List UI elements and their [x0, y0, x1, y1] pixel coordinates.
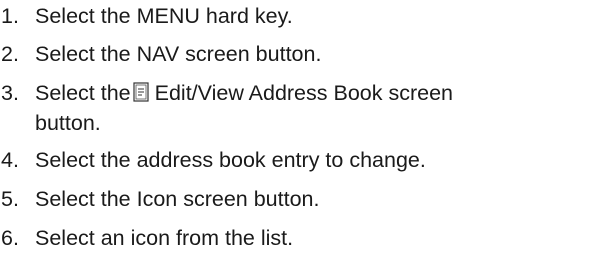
step-text: Select the Icon screen button. [35, 187, 320, 211]
step-number: 4. [1, 148, 19, 172]
step-text-before-icon: Select the [35, 81, 131, 105]
step-number: 2. [1, 42, 19, 66]
step-text: Select an icon from the list. [35, 226, 294, 250]
step-number: 3. [1, 81, 19, 105]
step-text-after-icon: Edit/View Address Book screen [154, 81, 454, 105]
step-text-line2: button. [35, 111, 101, 135]
step-number: 6. [1, 226, 19, 250]
step-text: Select the MENU hard key. [35, 4, 293, 28]
step-text: Select the Edit/View Address Book screen b… [35, 78, 595, 138]
step-text: Select the NAV screen button. [35, 42, 322, 66]
step-number: 1. [1, 4, 19, 28]
step-number: 5. [1, 187, 19, 211]
step-text: Select the address book entry to change. [35, 148, 426, 172]
address-book-icon [133, 82, 149, 102]
